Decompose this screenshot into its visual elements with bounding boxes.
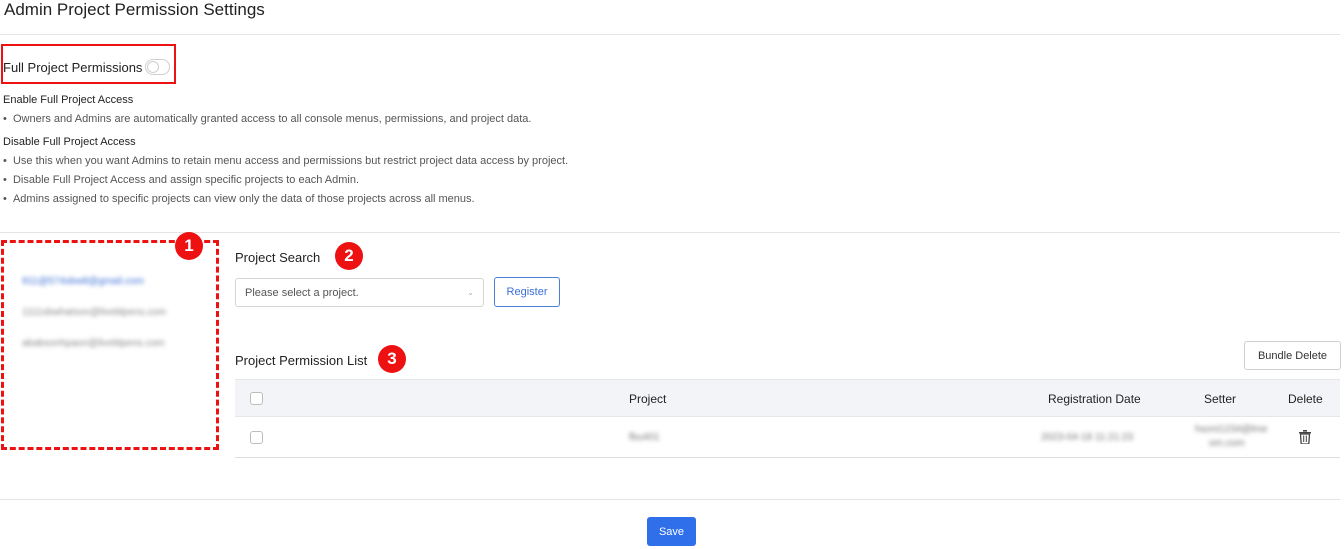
footer-divider: [0, 499, 1340, 500]
project-search-title: Project Search: [235, 250, 321, 265]
column-delete: Delete: [1288, 392, 1323, 406]
disable-heading: Disable Full Project Access: [3, 136, 136, 148]
save-button[interactable]: Save: [647, 517, 696, 546]
project-select-placeholder: Please select a project.: [245, 287, 359, 299]
register-button[interactable]: Register: [494, 277, 560, 307]
row-setter-line2: om.com: [1209, 438, 1245, 449]
row-setter-line1: hsoni1234@lme: [1195, 424, 1268, 435]
admin-list-item[interactable]: 1111sbwhatson@liveblpens.com: [22, 307, 166, 318]
admin-list-item[interactable]: ababsonhpaon@liveblpens.com: [22, 338, 164, 349]
table-header: Project Registration Date Setter Delete: [235, 379, 1340, 417]
column-project: Project: [629, 392, 667, 406]
toggle-knob: [147, 61, 159, 73]
section-divider: [0, 232, 1340, 233]
full-permissions-label: Full Project Permissions: [3, 60, 143, 75]
callout-badge-2: 2: [335, 242, 363, 270]
disable-bullet: • Admins assigned to specific projects c…: [3, 193, 475, 205]
full-permissions-toggle[interactable]: [145, 59, 170, 75]
column-registration-date: Registration Date: [1048, 392, 1141, 406]
permission-list-title: Project Permission List: [235, 353, 368, 368]
callout-badge-3: 3: [378, 345, 406, 373]
chevron-down-icon: ⌄: [467, 288, 474, 297]
admin-list-item[interactable]: 911@574sbw8@gmail.com: [22, 276, 144, 287]
callout-badge-1: 1: [175, 232, 203, 260]
enable-bullet: • Owners and Admins are automatically gr…: [3, 113, 532, 125]
title-divider: [0, 34, 1340, 35]
row-project: fbu401: [629, 432, 660, 443]
page-title: Admin Project Permission Settings: [4, 0, 265, 19]
enable-heading: Enable Full Project Access: [3, 94, 134, 106]
select-all-checkbox[interactable]: [250, 392, 263, 405]
bundle-delete-button[interactable]: Bundle Delete: [1244, 341, 1341, 370]
project-select[interactable]: Please select a project. ⌄: [235, 278, 484, 307]
table-row: fbu401 2023-04-18 11:21:23 hsoni1234@lme…: [235, 417, 1340, 458]
disable-bullet: • Use this when you want Admins to retai…: [3, 155, 569, 167]
row-checkbox[interactable]: [250, 431, 263, 444]
disable-bullet: • Disable Full Project Access and assign…: [3, 174, 360, 186]
trash-icon[interactable]: [1299, 430, 1311, 444]
column-setter: Setter: [1204, 392, 1237, 406]
row-registration-date: 2023-04-18 11:21:23: [1041, 432, 1134, 443]
